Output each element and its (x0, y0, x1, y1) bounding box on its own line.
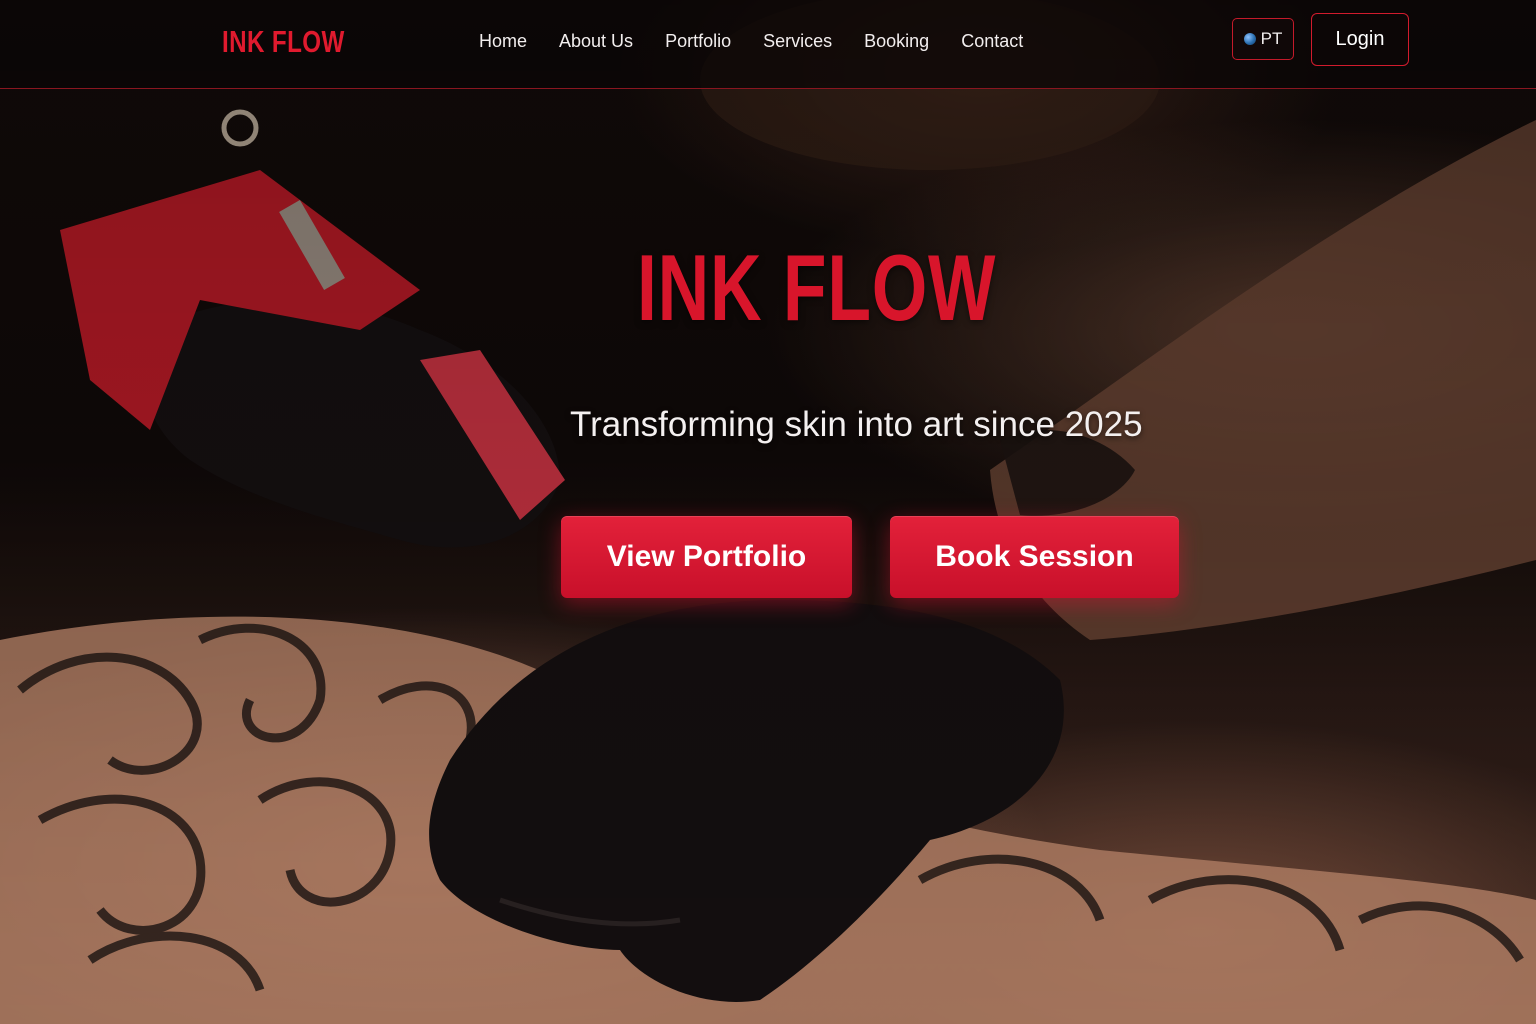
nav-services[interactable]: Services (763, 28, 832, 54)
logo[interactable]: INK FLOW (222, 22, 345, 62)
hero-title: INK FLOW (637, 235, 997, 340)
book-session-button[interactable]: Book Session (890, 516, 1179, 598)
login-button[interactable]: Login (1311, 13, 1409, 66)
page: INK FLOW Home About Us Portfolio Service… (0, 0, 1536, 1024)
nav-about-us[interactable]: About Us (559, 28, 633, 54)
nav-contact[interactable]: Contact (961, 28, 1023, 54)
nav-booking[interactable]: Booking (864, 28, 929, 54)
language-switch-button[interactable]: PT (1232, 18, 1294, 60)
view-portfolio-button[interactable]: View Portfolio (561, 516, 852, 598)
nav-home[interactable]: Home (479, 28, 527, 54)
main-nav: Home About Us Portfolio Services Booking… (479, 28, 1023, 54)
globe-icon (1243, 33, 1256, 45)
hero-tagline: Transforming skin into art since 2025 (570, 405, 1143, 444)
site-header: INK FLOW Home About Us Portfolio Service… (0, 0, 1536, 89)
hero-overlay (0, 0, 1536, 1024)
nav-portfolio[interactable]: Portfolio (665, 28, 731, 54)
language-label: PT (1260, 29, 1283, 48)
